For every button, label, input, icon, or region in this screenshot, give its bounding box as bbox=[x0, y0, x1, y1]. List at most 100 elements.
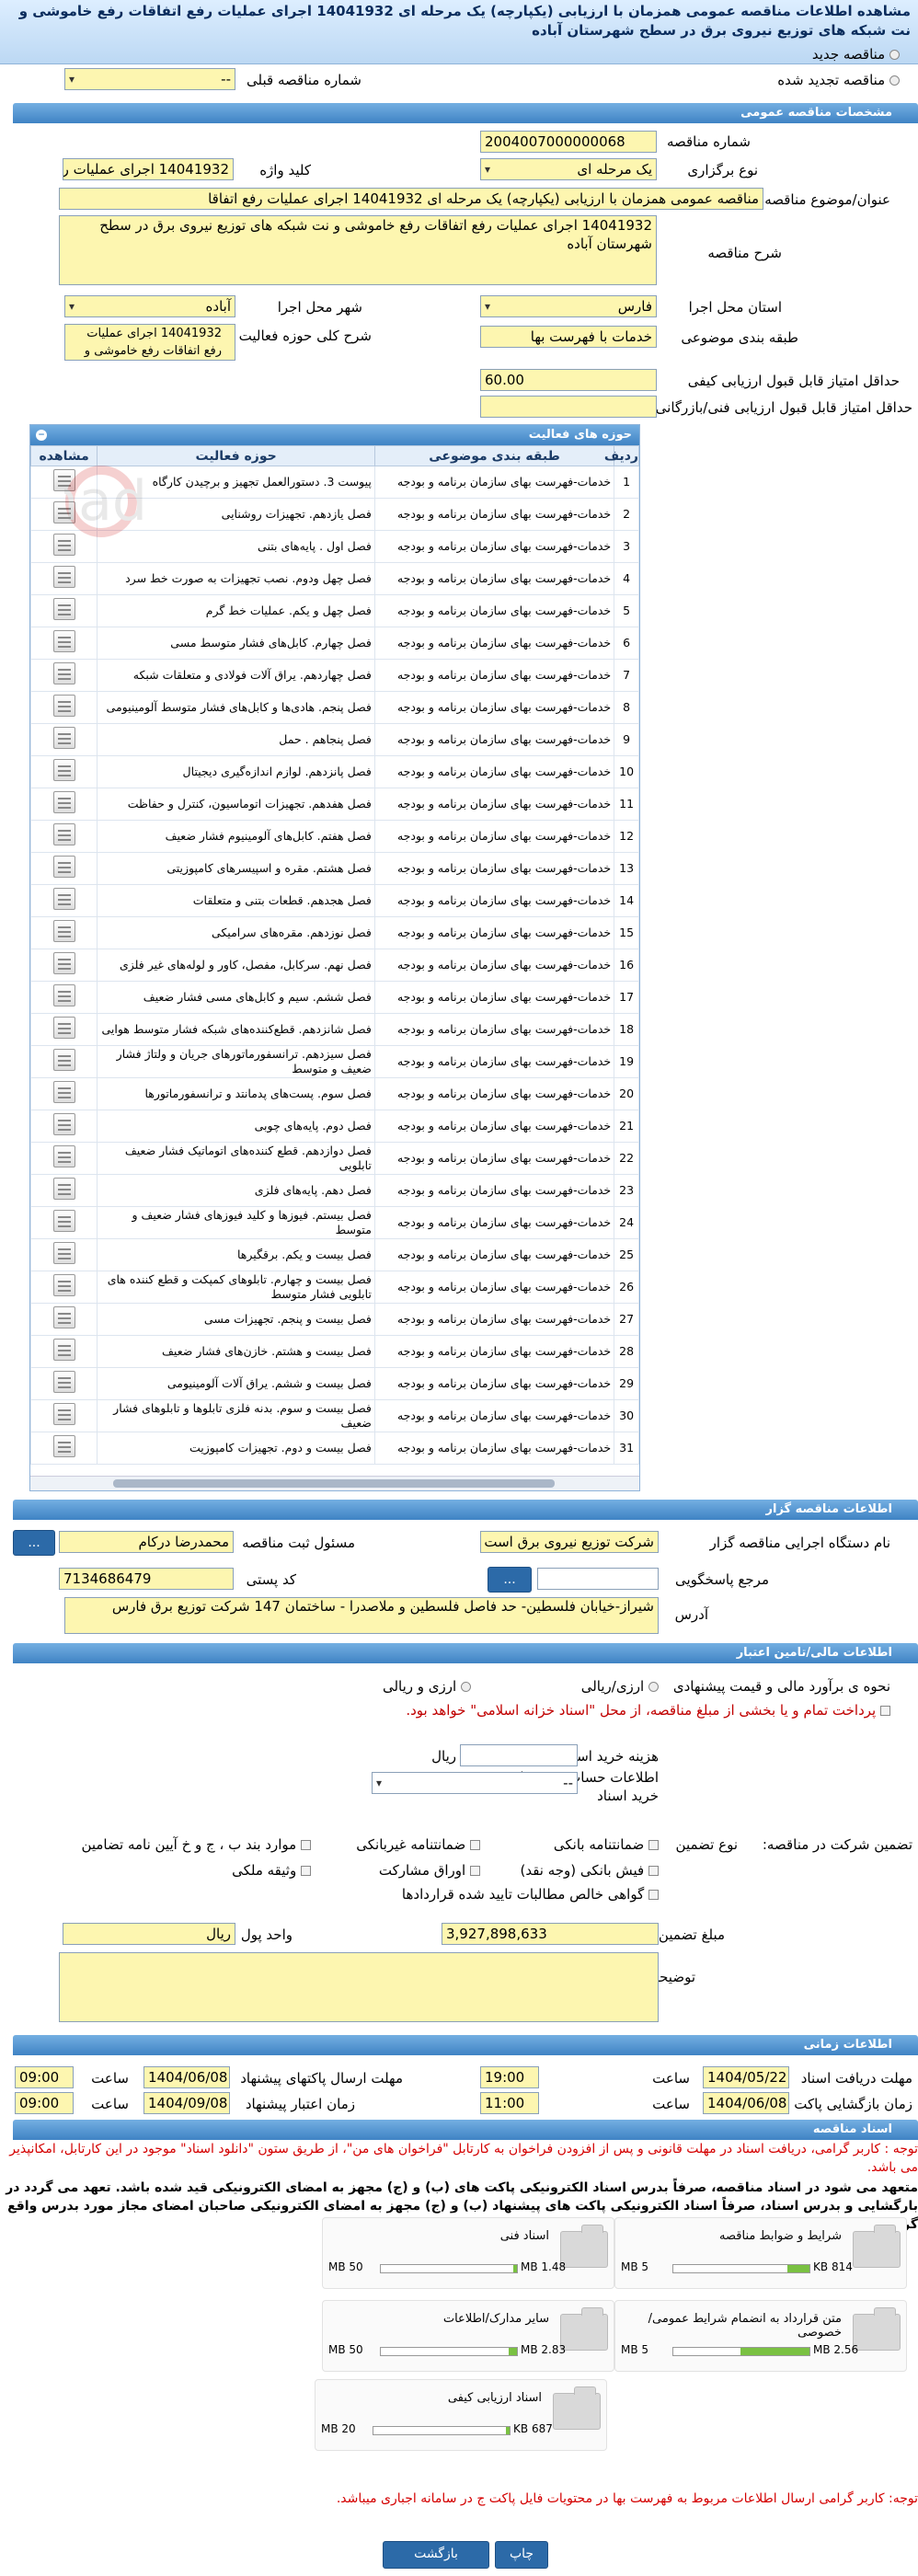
ref-field[interactable] bbox=[537, 1568, 659, 1590]
payment-checkbox[interactable] bbox=[880, 1706, 890, 1716]
doc-file-box[interactable]: اسناد فنی 50 MB 1.48 MB bbox=[322, 2217, 614, 2289]
min-tech-field[interactable] bbox=[480, 396, 657, 418]
col-header-row[interactable]: ردیف bbox=[604, 445, 639, 466]
row-view[interactable] bbox=[29, 562, 98, 595]
radio-renewed-tender[interactable]: مناقصه تجدید شده bbox=[777, 72, 900, 88]
row-view[interactable] bbox=[29, 723, 98, 756]
table-row[interactable]: 23 خدمات-فهرست بهای سازمان برنامه و بودجه… bbox=[29, 1174, 639, 1207]
row-view[interactable] bbox=[29, 916, 98, 949]
table-row[interactable]: 7 خدمات-فهرست بهای سازمان برنامه و بودجه ف… bbox=[29, 659, 639, 692]
validity-time[interactable]: 09:00 bbox=[15, 2092, 74, 2114]
view-document-icon[interactable] bbox=[52, 1339, 75, 1361]
view-document-icon[interactable] bbox=[52, 1178, 75, 1200]
table-row[interactable]: 12 خدمات-فهرست بهای سازمان برنامه و بودجه… bbox=[29, 820, 639, 853]
col-header-view[interactable]: مشاهده bbox=[29, 445, 98, 466]
g5[interactable]: اوراق مشارکت bbox=[379, 1862, 480, 1879]
responsible-field[interactable]: محمدرضا درکام bbox=[59, 1531, 234, 1553]
view-document-icon[interactable] bbox=[52, 888, 75, 910]
g3[interactable]: موارد بند ب ، ج و خ آیین نامه تضامین bbox=[81, 1836, 311, 1853]
row-view[interactable] bbox=[29, 1271, 98, 1304]
account-select[interactable]: -- bbox=[372, 1772, 578, 1794]
view-document-icon[interactable] bbox=[52, 1210, 75, 1232]
row-view[interactable] bbox=[29, 1174, 98, 1207]
radio-icon[interactable] bbox=[889, 75, 900, 86]
view-document-icon[interactable] bbox=[52, 1017, 75, 1039]
table-row[interactable]: 31 خدمات-فهرست بهای سازمان برنامه و بودجه… bbox=[29, 1432, 639, 1465]
table-row[interactable]: 5 خدمات-فهرست بهای سازمان برنامه و بودجه ف… bbox=[29, 594, 639, 627]
table-row[interactable]: 18 خدمات-فهرست بهای سازمان برنامه و بودجه… bbox=[29, 1013, 639, 1046]
prev-tender-select[interactable]: -- bbox=[64, 68, 235, 90]
table-row[interactable]: 13 خدمات-فهرست بهای سازمان برنامه و بودجه… bbox=[29, 852, 639, 885]
view-document-icon[interactable] bbox=[52, 469, 75, 491]
row-view[interactable] bbox=[29, 1432, 98, 1465]
checkbox-icon[interactable] bbox=[301, 1866, 311, 1876]
view-document-icon[interactable] bbox=[52, 1145, 75, 1167]
min-quality-field[interactable]: 60.00 bbox=[480, 369, 657, 391]
row-view[interactable] bbox=[29, 1399, 98, 1432]
table-row[interactable]: 29 خدمات-فهرست بهای سازمان برنامه و بودجه… bbox=[29, 1367, 639, 1400]
radio-new-tender[interactable]: مناقصه جدید bbox=[812, 46, 900, 63]
table-row[interactable]: 2 خدمات-فهرست بهای سازمان برنامه و بودجه ف… bbox=[29, 498, 639, 531]
view-document-icon[interactable] bbox=[52, 1403, 75, 1425]
table-row[interactable]: 15 خدمات-فهرست بهای سازمان برنامه و بودجه… bbox=[29, 916, 639, 949]
checkbox-icon[interactable] bbox=[648, 1866, 659, 1876]
row-view[interactable] bbox=[29, 788, 98, 821]
doc-file-box[interactable]: سایر مدارک/اطلاعات 50 MB 2.83 MB bbox=[322, 2300, 614, 2372]
more-button[interactable]: ... bbox=[13, 1530, 55, 1556]
view-document-icon[interactable] bbox=[52, 791, 75, 813]
row-view[interactable] bbox=[29, 691, 98, 724]
view-document-icon[interactable] bbox=[52, 1113, 75, 1135]
send-time[interactable]: 09:00 bbox=[15, 2066, 74, 2088]
table-row[interactable]: 4 خدمات-فهرست بهای سازمان برنامه و بودجه ف… bbox=[29, 562, 639, 595]
row-view[interactable] bbox=[29, 852, 98, 885]
col-header-activity[interactable]: حوزه فعالیت bbox=[97, 445, 375, 466]
table-row[interactable]: 24 خدمات-فهرست بهای سازمان برنامه و بودجه… bbox=[29, 1206, 639, 1239]
view-document-icon[interactable] bbox=[52, 823, 75, 845]
row-view[interactable] bbox=[29, 755, 98, 788]
view-document-icon[interactable] bbox=[52, 1435, 75, 1457]
title-field[interactable]: مناقصه عمومی همزمان با ارزیابی (یکپارچه)… bbox=[59, 188, 763, 210]
table-row[interactable]: 1 خدمات-فهرست بهای سازمان برنامه و بودجه پ… bbox=[29, 466, 639, 499]
view-document-icon[interactable] bbox=[52, 534, 75, 556]
back-button[interactable]: بازگشت bbox=[383, 2541, 489, 2569]
table-row[interactable]: 30 خدمات-فهرست بهای سازمان برنامه و بودجه… bbox=[29, 1399, 639, 1432]
table-row[interactable]: 11 خدمات-فهرست بهای سازمان برنامه و بودجه… bbox=[29, 788, 639, 821]
doc-file-box[interactable]: متن قرارداد به انضمام شرایط عمومی/خصوصی 5… bbox=[614, 2300, 907, 2372]
doc-file-box[interactable]: شرایط و ضوابط مناقصه 5 MB 814 KB bbox=[614, 2217, 907, 2289]
scope-list[interactable]: 14041932 اجرای عملیات رفع اتفاقات رفع خا… bbox=[64, 324, 235, 361]
row-view[interactable] bbox=[29, 949, 98, 982]
table-row[interactable]: 22 خدمات-فهرست بهای سازمان برنامه و بودجه… bbox=[29, 1142, 639, 1175]
opt-rial-and-currency[interactable]: ارزی و ریالی bbox=[383, 1678, 471, 1695]
row-view[interactable] bbox=[29, 466, 98, 499]
view-document-icon[interactable] bbox=[52, 856, 75, 878]
collapse-icon[interactable]: − bbox=[36, 430, 47, 441]
row-view[interactable] bbox=[29, 1335, 98, 1368]
row-view[interactable] bbox=[29, 1303, 98, 1336]
checkbox-icon[interactable] bbox=[301, 1840, 311, 1850]
method-select[interactable]: یک مرحله ای bbox=[480, 158, 657, 180]
row-view[interactable] bbox=[29, 1367, 98, 1400]
table-row[interactable]: 3 خدمات-فهرست بهای سازمان برنامه و بودجه ف… bbox=[29, 530, 639, 563]
view-document-icon[interactable] bbox=[52, 662, 75, 684]
row-view[interactable] bbox=[29, 1142, 98, 1175]
table-row[interactable]: 21 خدمات-فهرست بهای سازمان برنامه و بودجه… bbox=[29, 1110, 639, 1143]
table-row[interactable]: 10 خدمات-فهرست بهای سازمان برنامه و بودجه… bbox=[29, 755, 639, 788]
view-document-icon[interactable] bbox=[52, 920, 75, 942]
send-date[interactable]: 1404/06/08 bbox=[143, 2066, 230, 2088]
col-header-category[interactable]: طبقه بندی موضوعی bbox=[373, 445, 615, 466]
g1[interactable]: ضمانتنامه بانکی bbox=[554, 1836, 659, 1853]
row-view[interactable] bbox=[29, 1077, 98, 1110]
table-row[interactable]: 8 خدمات-فهرست بهای سازمان برنامه و بودجه ف… bbox=[29, 691, 639, 724]
ref-select-button[interactable]: ... bbox=[488, 1567, 532, 1593]
table-row[interactable]: 20 خدمات-فهرست بهای سازمان برنامه و بودجه… bbox=[29, 1077, 639, 1110]
checkbox-icon[interactable] bbox=[470, 1840, 480, 1850]
table-row[interactable]: 17 خدمات-فهرست بهای سازمان برنامه و بودجه… bbox=[29, 981, 639, 1014]
table-row[interactable]: 26 خدمات-فهرست بهای سازمان برنامه و بودجه… bbox=[29, 1271, 639, 1304]
view-document-icon[interactable] bbox=[52, 727, 75, 749]
table-row[interactable]: 28 خدمات-فهرست بهای سازمان برنامه و بودجه… bbox=[29, 1335, 639, 1368]
table-row[interactable]: 19 خدمات-فهرست بهای سازمان برنامه و بودجه… bbox=[29, 1045, 639, 1078]
province-select[interactable]: فارس bbox=[480, 295, 657, 317]
table-row[interactable]: 16 خدمات-فهرست بهای سازمان برنامه و بودجه… bbox=[29, 949, 639, 982]
g2[interactable]: ضمانتنامه غیربانکی bbox=[356, 1836, 480, 1853]
row-view[interactable] bbox=[29, 627, 98, 660]
